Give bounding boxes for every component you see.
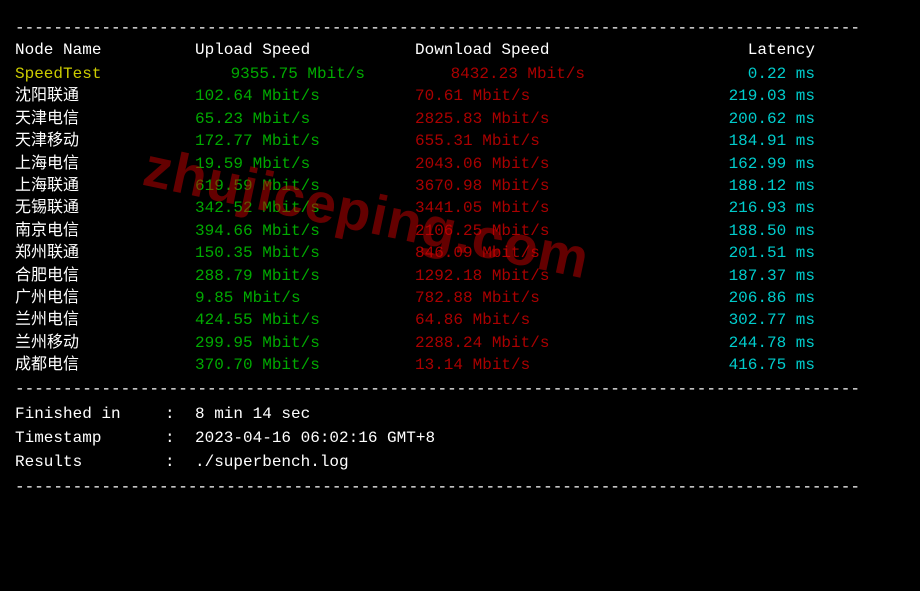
latency-value: 302.77 ms — [635, 309, 815, 331]
divider-top: ----------------------------------------… — [15, 19, 905, 37]
download-value: 2825.83 Mbit/s — [415, 108, 635, 130]
download-value: 13.14 Mbit/s — [415, 354, 635, 376]
upload-value: 65.23 Mbit/s — [195, 108, 415, 130]
upload-value: 9.85 Mbit/s — [195, 287, 415, 309]
download-value: 2106.25 Mbit/s — [415, 220, 635, 242]
header-latency: Latency — [635, 41, 815, 59]
upload-value: 424.55 Mbit/s — [195, 309, 415, 331]
latency-value: 216.93 ms — [635, 197, 815, 219]
table-row: 南京电信 394.66 Mbit/s 2106.25 Mbit/s 188.50… — [15, 220, 905, 242]
download-value: 782.88 Mbit/s — [415, 287, 635, 309]
latency-value: 187.37 ms — [635, 265, 815, 287]
latency-value: 188.50 ms — [635, 220, 815, 242]
table-row: 天津移动 172.77 Mbit/s 655.31 Mbit/s 184.91 … — [15, 130, 905, 152]
node-name: 兰州移动 — [15, 332, 195, 354]
results-label: Results — [15, 450, 165, 474]
table-row: 合肥电信 288.79 Mbit/s 1292.18 Mbit/s 187.37… — [15, 265, 905, 287]
speedtest-download: 8432.23 Mbit/s — [415, 63, 635, 85]
table-row: 上海联通 619.59 Mbit/s 3670.98 Mbit/s 188.12… — [15, 175, 905, 197]
timestamp-label: Timestamp — [15, 426, 165, 450]
upload-value: 342.52 Mbit/s — [195, 197, 415, 219]
table-row: 兰州移动 299.95 Mbit/s 2288.24 Mbit/s 244.78… — [15, 332, 905, 354]
node-name: 兰州电信 — [15, 309, 195, 331]
node-name: 上海联通 — [15, 175, 195, 197]
finished-sep: : — [165, 402, 195, 426]
node-name: 天津电信 — [15, 108, 195, 130]
speedtest-row: SpeedTest 9355.75 Mbit/s 8432.23 Mbit/s … — [15, 63, 905, 85]
summary-results: Results : ./superbench.log — [15, 450, 905, 474]
upload-value: 394.66 Mbit/s — [195, 220, 415, 242]
table-row: 无锡联通 342.52 Mbit/s 3441.05 Mbit/s 216.93… — [15, 197, 905, 219]
timestamp-value: 2023-04-16 06:02:16 GMT+8 — [195, 426, 435, 450]
results-sep: : — [165, 450, 195, 474]
upload-value: 102.64 Mbit/s — [195, 85, 415, 107]
results-value: ./superbench.log — [195, 450, 349, 474]
table-header: Node Name Upload Speed Download Speed La… — [15, 41, 905, 59]
download-value: 2043.06 Mbit/s — [415, 153, 635, 175]
divider-mid: ----------------------------------------… — [15, 380, 905, 398]
table-row: 上海电信 19.59 Mbit/s 2043.06 Mbit/s 162.99 … — [15, 153, 905, 175]
upload-value: 19.59 Mbit/s — [195, 153, 415, 175]
table-row: 沈阳联通 102.64 Mbit/s 70.61 Mbit/s 219.03 m… — [15, 85, 905, 107]
node-name: 沈阳联通 — [15, 85, 195, 107]
download-value: 2288.24 Mbit/s — [415, 332, 635, 354]
latency-value: 188.12 ms — [635, 175, 815, 197]
upload-value: 288.79 Mbit/s — [195, 265, 415, 287]
download-value: 3670.98 Mbit/s — [415, 175, 635, 197]
node-name: 天津移动 — [15, 130, 195, 152]
speedtest-name: SpeedTest — [15, 63, 195, 85]
upload-value: 172.77 Mbit/s — [195, 130, 415, 152]
table-row: 郑州联通 150.35 Mbit/s 846.09 Mbit/s 201.51 … — [15, 242, 905, 264]
download-value: 64.86 Mbit/s — [415, 309, 635, 331]
latency-value: 244.78 ms — [635, 332, 815, 354]
summary-finished: Finished in : 8 min 14 sec — [15, 402, 905, 426]
download-value: 1292.18 Mbit/s — [415, 265, 635, 287]
summary-timestamp: Timestamp : 2023-04-16 06:02:16 GMT+8 — [15, 426, 905, 450]
download-value: 70.61 Mbit/s — [415, 85, 635, 107]
upload-value: 150.35 Mbit/s — [195, 242, 415, 264]
latency-value: 206.86 ms — [635, 287, 815, 309]
download-value: 846.09 Mbit/s — [415, 242, 635, 264]
summary-section: Finished in : 8 min 14 sec Timestamp : 2… — [15, 402, 905, 474]
download-value: 655.31 Mbit/s — [415, 130, 635, 152]
latency-value: 184.91 ms — [635, 130, 815, 152]
table-row: 天津电信 65.23 Mbit/s 2825.83 Mbit/s 200.62 … — [15, 108, 905, 130]
download-value: 3441.05 Mbit/s — [415, 197, 635, 219]
upload-value: 370.70 Mbit/s — [195, 354, 415, 376]
latency-value: 200.62 ms — [635, 108, 815, 130]
finished-value: 8 min 14 sec — [195, 402, 310, 426]
timestamp-sep: : — [165, 426, 195, 450]
node-name: 合肥电信 — [15, 265, 195, 287]
table-row: 广州电信 9.85 Mbit/s 782.88 Mbit/s 206.86 ms — [15, 287, 905, 309]
speedtest-upload: 9355.75 Mbit/s — [195, 63, 415, 85]
table-row: 兰州电信 424.55 Mbit/s 64.86 Mbit/s 302.77 m… — [15, 309, 905, 331]
divider-bottom: ----------------------------------------… — [15, 478, 905, 496]
header-download: Download Speed — [415, 41, 635, 59]
node-name: 郑州联通 — [15, 242, 195, 264]
upload-value: 619.59 Mbit/s — [195, 175, 415, 197]
latency-value: 162.99 ms — [635, 153, 815, 175]
speedtest-latency: 0.22 ms — [635, 63, 815, 85]
node-name: 成都电信 — [15, 354, 195, 376]
latency-value: 219.03 ms — [635, 85, 815, 107]
node-name: 无锡联通 — [15, 197, 195, 219]
latency-value: 416.75 ms — [635, 354, 815, 376]
node-name: 南京电信 — [15, 220, 195, 242]
table-row: 成都电信 370.70 Mbit/s 13.14 Mbit/s 416.75 m… — [15, 354, 905, 376]
finished-label: Finished in — [15, 402, 165, 426]
latency-value: 201.51 ms — [635, 242, 815, 264]
node-name: 上海电信 — [15, 153, 195, 175]
upload-value: 299.95 Mbit/s — [195, 332, 415, 354]
header-upload: Upload Speed — [195, 41, 415, 59]
node-name: 广州电信 — [15, 287, 195, 309]
header-name: Node Name — [15, 41, 195, 59]
